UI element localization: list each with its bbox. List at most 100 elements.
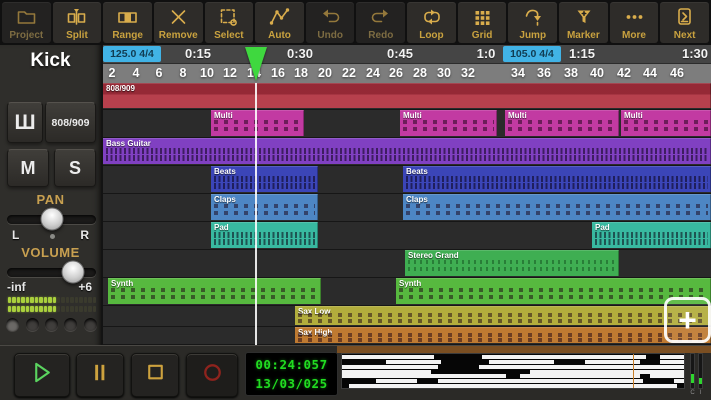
toolbar-button-auto[interactable]: Auto [255, 2, 304, 43]
toolbar-button-project[interactable]: Project [2, 2, 51, 43]
pan-slider-thumb[interactable] [40, 207, 63, 231]
toolbar-button-more[interactable]: More [609, 2, 659, 43]
output-mini-meter [690, 353, 695, 389]
instrument-preset-button[interactable]: 808/909 [45, 102, 96, 143]
toolbar-button-next[interactable]: Next [660, 2, 709, 43]
toolbar-button-label: Undo [317, 29, 343, 41]
toolbar-button-label: Next [673, 29, 696, 41]
clip-label: 808/909 [106, 84, 135, 93]
mute-button[interactable]: M [7, 149, 49, 187]
toolbar-button-range[interactable]: Range [103, 2, 152, 43]
clip-sax-high[interactable]: Sax High [295, 327, 711, 343]
clip-notes-pattern [399, 295, 708, 300]
meter-segment [12, 306, 16, 312]
playhead-marker[interactable] [245, 47, 267, 81]
toolbar-button-label: Auto [268, 29, 291, 41]
meter-segment [65, 306, 70, 312]
toolbar-button-grid[interactable]: Grid [457, 2, 507, 43]
clip-notes-pattern [403, 127, 494, 132]
page-dot[interactable] [6, 318, 20, 331]
clip-notes-pattern [214, 211, 315, 216]
beat-number: 36 [537, 66, 551, 80]
pause-button[interactable] [76, 353, 124, 397]
page-dot[interactable] [83, 318, 97, 331]
clip-beats[interactable]: Beats [403, 166, 711, 192]
overview-track-segment [482, 355, 647, 359]
zoom-plus-overlay-button[interactable]: + [664, 297, 711, 343]
meter-segment [25, 297, 30, 303]
clip-sax-low[interactable]: Sax Low [295, 306, 711, 325]
tempo-marker-badge[interactable]: 105.0 4/4 [503, 46, 561, 62]
timeline-beat-ruler[interactable]: 2 4 6 8 10 12 14 16 18 20 22 24 26 28 30 32 34 36 38 40 42 44… [103, 64, 711, 83]
clip-pad[interactable]: Pad [211, 222, 318, 248]
track-inspector-panel: Kick Ш 808/909 M S PAN L R VOLUME -inf +… [0, 45, 103, 345]
time-label: 1:30 [681, 46, 709, 61]
toolbar-button-marker[interactable]: Marker [559, 2, 608, 43]
toolbar-button-label: Marker [566, 29, 600, 41]
toolbar-button-label: More [622, 29, 646, 41]
record-button[interactable] [186, 353, 238, 397]
clip-synth[interactable]: Synth [108, 278, 321, 304]
clip-label: Claps [406, 195, 428, 204]
track-row-sax-high: Sax High [103, 327, 711, 345]
meter-segment [61, 306, 65, 312]
page-dot[interactable] [44, 318, 58, 331]
clip-multi[interactable]: Multi [400, 110, 497, 136]
clip-808-909[interactable]: 808/909 [103, 83, 711, 108]
remove-icon [167, 5, 190, 29]
meter-segment [21, 306, 25, 312]
tempo-marker-badge[interactable]: 125.0 4/4 [103, 46, 161, 62]
beat-number: 16 [271, 66, 285, 80]
track-row-808-909: 808/909 [103, 83, 711, 110]
toolbar-button-redo[interactable]: Redo [356, 2, 406, 43]
stop-button[interactable] [131, 353, 179, 397]
next-icon [673, 5, 696, 29]
toolbar-button-jump[interactable]: Jump [508, 2, 558, 43]
overview-track-segment [513, 379, 643, 384]
meter-segment [8, 297, 12, 303]
overview-track-segment [489, 359, 555, 364]
meter-segment [48, 297, 52, 303]
clip-notes-pattern [508, 127, 616, 132]
clip-notes-pattern [298, 313, 708, 318]
meter-segment [34, 306, 39, 312]
clip-synth[interactable]: Synth [396, 278, 711, 304]
clip-beats[interactable]: Beats [211, 166, 318, 192]
meter-segment [43, 306, 48, 312]
arrangement-overview[interactable] [341, 353, 685, 389]
drum-machine-button[interactable]: Ш [7, 102, 43, 143]
clip-notes-pattern [298, 318, 708, 323]
toolbar-button-undo[interactable]: Undo [305, 2, 355, 43]
meter-segment [61, 297, 65, 303]
toolbar-button-split[interactable]: Split [52, 2, 102, 43]
toolbar-button-remove[interactable]: Remove [153, 2, 203, 43]
clip-multi[interactable]: Multi [211, 110, 304, 136]
page-dot[interactable] [25, 318, 39, 331]
toolbar-button-loop[interactable]: Loop [407, 2, 456, 43]
clip-claps[interactable]: Claps [211, 194, 318, 220]
time-label: 1:15 [568, 46, 596, 61]
selected-track-name: Kick [30, 50, 71, 71]
clip-claps[interactable]: Claps [403, 194, 711, 220]
meter-segment [83, 306, 88, 312]
clip-notes-pattern [111, 295, 318, 300]
clip-pad[interactable]: Pad [592, 222, 711, 248]
clip-notes-pattern [624, 119, 708, 124]
clip-multi[interactable]: Multi [505, 110, 619, 136]
track-row-synth: Synth Synth [103, 278, 711, 306]
clip-label: Beats [214, 167, 236, 176]
clip-bass-guitar[interactable]: Bass Guitar [103, 138, 711, 164]
meter-segment [56, 306, 61, 312]
track-row-beats: Beats Beats [103, 166, 711, 194]
play-button[interactable] [14, 353, 70, 397]
page-dot[interactable] [64, 318, 78, 331]
timeline-time-ruler[interactable]: 0:15 0:30 0:45 1:0 1:15 1:30 125.0 4/4 105.0 4/… [103, 45, 711, 64]
marker-icon [572, 5, 595, 29]
track-row-sax-low: Sax Low [103, 306, 711, 327]
solo-button[interactable]: S [54, 149, 96, 187]
clip-multi[interactable]: Multi [621, 110, 711, 136]
beat-number: 38 [564, 66, 578, 80]
clip-stereo-grand[interactable]: Stereo Grand [405, 250, 619, 276]
toolbar-button-select[interactable]: Select [204, 2, 254, 43]
transport-bar: 00:24:057 13/03/025 CI [0, 345, 711, 400]
